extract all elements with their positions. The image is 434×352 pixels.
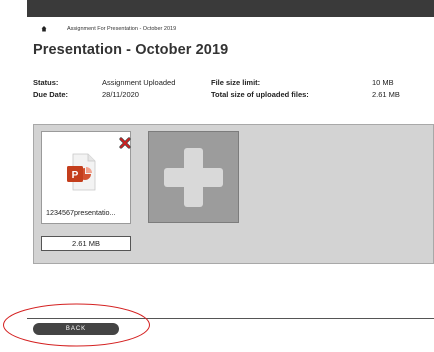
file-name: 1234567presentatio... bbox=[46, 208, 116, 217]
due-date-label: Due Date: bbox=[33, 90, 69, 99]
due-date-value: 28/11/2020 bbox=[102, 90, 139, 99]
annotation-circle bbox=[2, 303, 151, 347]
total-size-label: Total size of uploaded files: bbox=[211, 90, 309, 99]
page-title: Presentation - October 2019 bbox=[33, 42, 229, 58]
status-label: Status: bbox=[33, 78, 59, 87]
home-icon[interactable] bbox=[41, 25, 47, 33]
status-value: Assignment Uploaded bbox=[102, 78, 176, 87]
file-size-limit-label: File size limit: bbox=[211, 78, 261, 87]
file-size-box: 2.61 MB bbox=[41, 236, 131, 251]
add-file-button[interactable] bbox=[148, 131, 239, 223]
file-size-limit-value: 10 MB bbox=[372, 78, 394, 87]
breadcrumb-current[interactable]: Assignment For Presentation - October 20… bbox=[67, 26, 176, 32]
top-navigation-bar bbox=[27, 0, 434, 17]
total-size-value: 2.61 MB bbox=[372, 90, 400, 99]
plus-icon bbox=[162, 146, 225, 209]
svg-text:P: P bbox=[72, 170, 79, 181]
breadcrumb: Assignment For Presentation - October 20… bbox=[41, 23, 176, 35]
powerpoint-file-icon: P bbox=[64, 152, 98, 192]
remove-file-icon[interactable] bbox=[119, 136, 131, 149]
